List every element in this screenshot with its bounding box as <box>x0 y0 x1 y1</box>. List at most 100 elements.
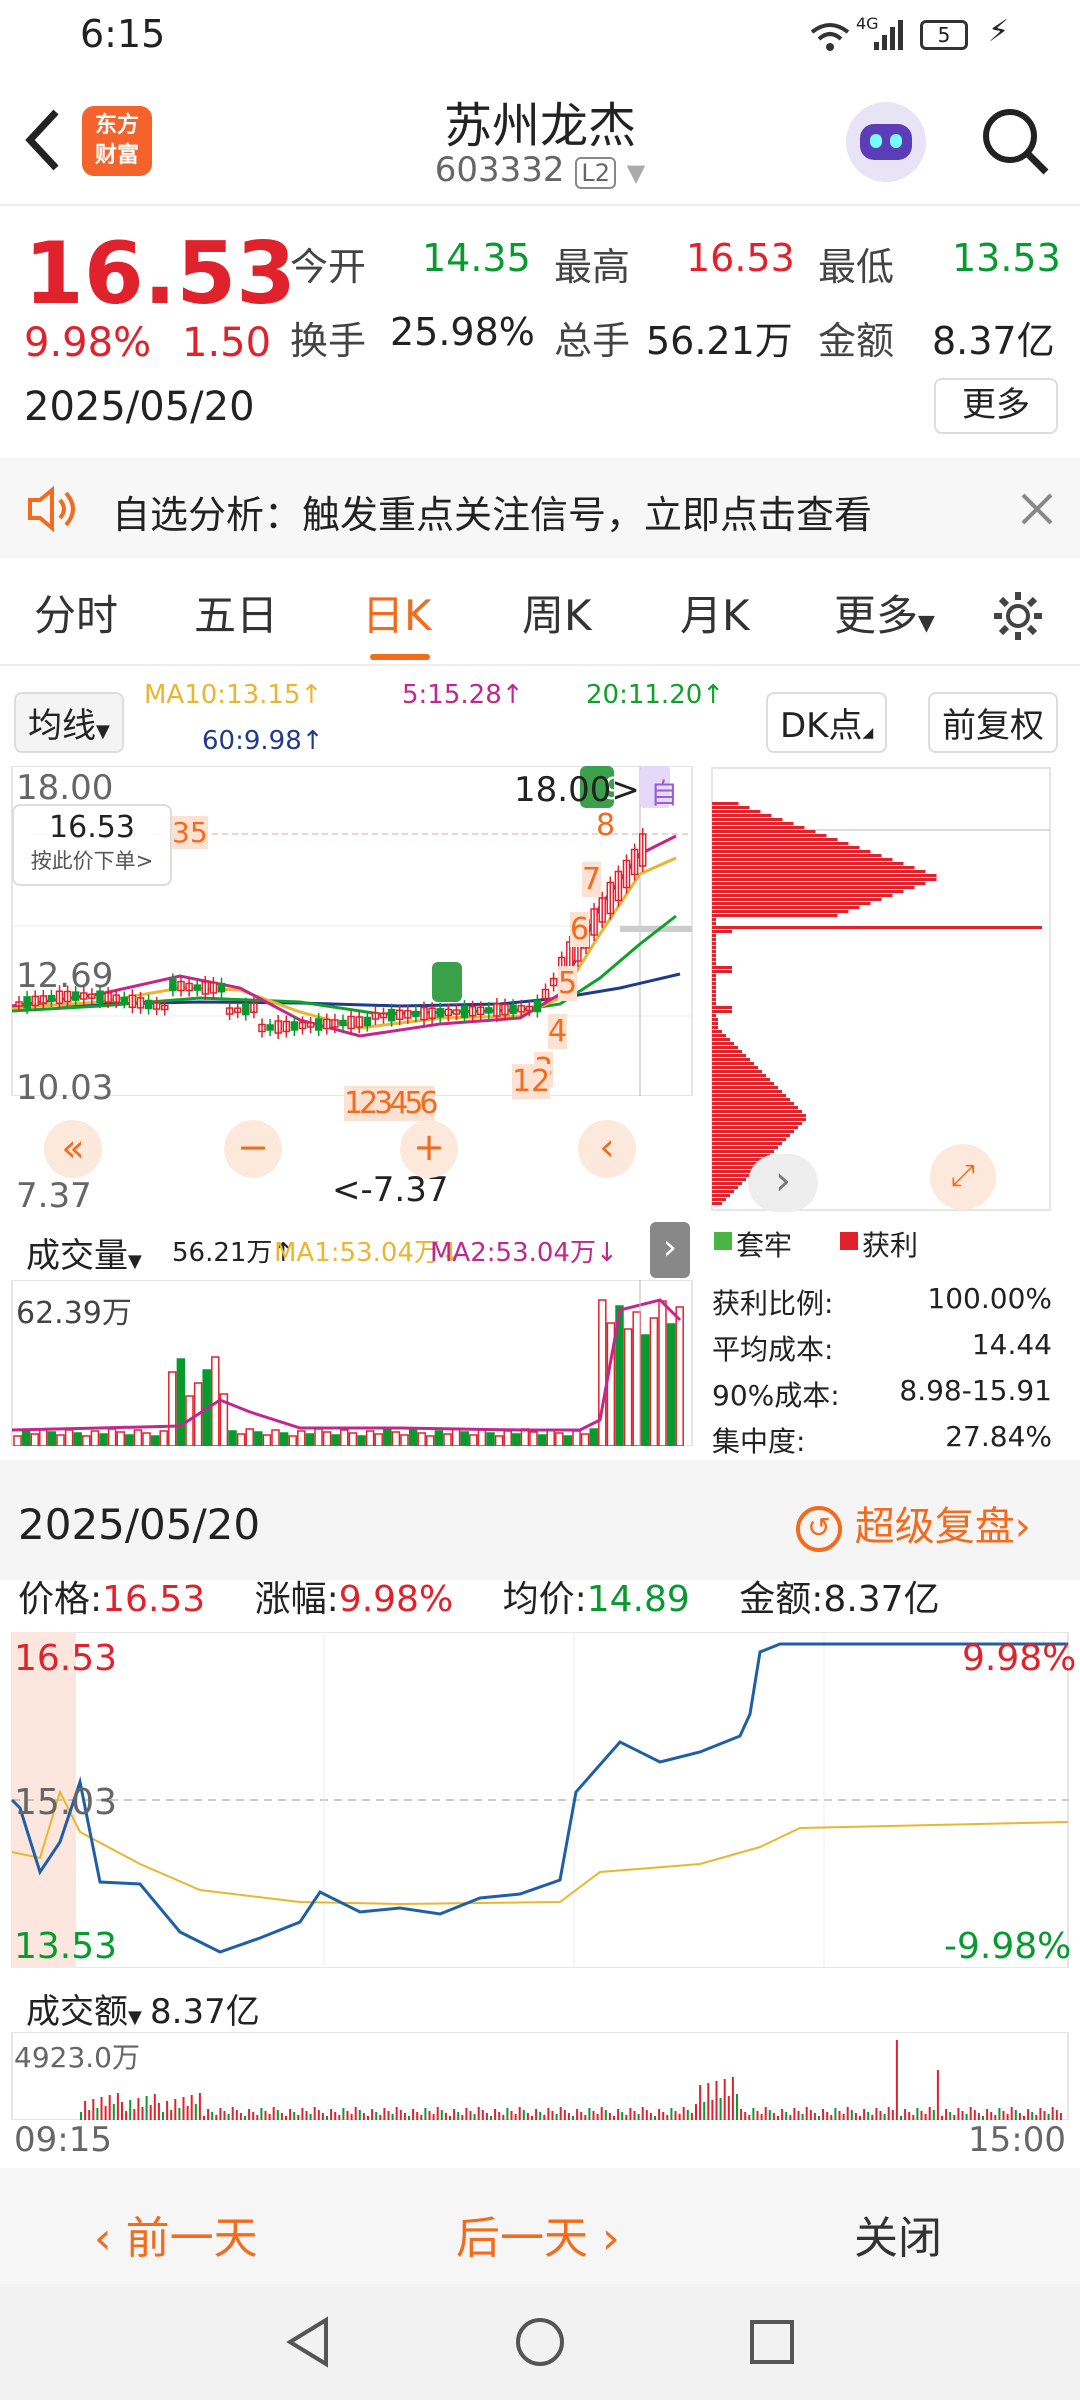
tab-daily-k[interactable]: 日K <box>362 582 432 643</box>
chip-bar <box>712 1170 754 1173</box>
high-value: 16.53 <box>686 236 795 280</box>
amount-bar <box>412 2109 415 2120</box>
volume-bar <box>383 1428 392 1446</box>
chip-bar <box>712 898 882 901</box>
amount-bar <box>137 2098 140 2120</box>
volume-bar <box>434 1430 444 1446</box>
more-button[interactable]: 更多 <box>934 378 1058 434</box>
daily-replay-popup: 2025/05/20 ↺ 超级复盘› 价格:16.53 涨幅:9.98% 均价:… <box>0 1460 1080 2168</box>
expand-icon[interactable]: ⤢ <box>930 1144 996 1210</box>
settings-gear-icon[interactable] <box>990 588 1046 644</box>
amount-bar <box>280 2113 283 2120</box>
next-day-button[interactable]: 后一天 › <box>456 2202 620 2266</box>
amount-bar <box>731 2077 734 2120</box>
amount-bar <box>588 2108 591 2120</box>
amount-bar <box>223 2111 226 2120</box>
super-replay-label: 超级复盘 <box>854 1504 1015 1550</box>
amount-bar <box>859 2116 861 2120</box>
amount-bar <box>969 2107 972 2120</box>
amount-bar <box>719 2098 722 2120</box>
volume-bar <box>125 1434 134 1446</box>
nav-home-icon[interactable] <box>512 2314 568 2370</box>
nav-recents-icon[interactable] <box>744 2314 800 2370</box>
volume-bar <box>632 1311 641 1446</box>
amount-bar <box>785 2112 788 2120</box>
ma-selector[interactable]: 均线▼ <box>14 692 124 753</box>
zoom-out-button[interactable]: − <box>224 1120 282 1178</box>
volume-selector[interactable]: 成交量▼ <box>14 1224 154 1281</box>
ai-assistant-avatar[interactable] <box>846 102 926 182</box>
search-icon[interactable] <box>978 104 1050 176</box>
amount-bar <box>945 2109 948 2120</box>
chip-stat-label: 90%成本: <box>712 1379 840 1412</box>
chip-bar <box>712 954 716 957</box>
back-icon[interactable] <box>22 108 62 172</box>
dk-corner-icon: ◢ <box>862 725 874 741</box>
chip-bar <box>712 1082 774 1085</box>
amount-selector[interactable]: 成交额▼ <box>14 1980 154 2037</box>
amount-bar <box>883 2114 886 2120</box>
amount-bar <box>711 2100 714 2120</box>
amount-bar <box>1014 2110 1017 2120</box>
volume-selector-label: 成交量 <box>26 1236 128 1276</box>
panel-toggle-button[interactable]: › <box>650 1222 690 1278</box>
tab-monthly-k[interactable]: 月K <box>680 582 750 643</box>
tab-more[interactable]: 更多▼ <box>834 582 935 643</box>
amount-bar <box>485 2113 488 2120</box>
intraday-amount-chart[interactable] <box>0 2032 1080 2120</box>
chip-bar <box>712 870 926 873</box>
amount-bar <box>293 2112 296 2120</box>
chip-next-button[interactable]: › <box>748 1154 818 1212</box>
chip-bar <box>712 930 732 933</box>
volume-bar <box>537 1434 547 1446</box>
analysis-notice[interactable]: 自选分析：触发重点关注信号，立即点击查看 <box>0 458 1080 558</box>
amount-bar <box>399 2110 402 2120</box>
ma-dropdown-icon: ▼ <box>96 721 110 742</box>
tooltip-action: 按此价下单> <box>30 849 154 873</box>
chip-bar <box>712 1070 762 1073</box>
amount-bar <box>239 2113 242 2120</box>
super-replay-link[interactable]: ↺ 超级复盘› <box>796 1494 1031 1552</box>
turnover-value: 25.98% <box>390 310 535 354</box>
adjust-button[interactable]: 前复权 <box>928 692 1058 753</box>
signal-num-7: 7 <box>582 862 602 897</box>
amount-bar <box>1055 2110 1058 2120</box>
tab-intraday[interactable]: 分时 <box>34 582 118 643</box>
scroll-left-button[interactable]: ‹ <box>578 1120 636 1178</box>
system-nav-bar <box>0 2284 1080 2400</box>
amount-bar <box>686 2110 689 2120</box>
order-at-price-tooltip[interactable]: 16.53 按此价下单> <box>12 804 172 886</box>
tab-weekly-k[interactable]: 周K <box>522 582 592 643</box>
amount-total: 8.37亿 <box>150 1992 260 2032</box>
chip-stat-value: 27.84% <box>945 1420 1052 1453</box>
volume-bar <box>176 1358 186 1446</box>
eastmoney-logo[interactable]: 东方 财富 <box>82 106 152 176</box>
amount-bar <box>162 2112 164 2120</box>
signal-num-6: 6 <box>570 912 590 947</box>
stock-code-row[interactable]: 603332 L2 ▼ <box>340 150 740 190</box>
scroll-left-fast-button[interactable]: « <box>44 1120 102 1178</box>
intraday-chart[interactable] <box>0 1632 1080 1968</box>
chip-bar <box>712 1010 732 1013</box>
chip-bar <box>712 978 716 981</box>
volume-bar <box>546 1429 555 1446</box>
high-marker: 18.00> <box>514 770 640 810</box>
prev-day-button[interactable]: ‹ 前一天 <box>94 2202 258 2266</box>
replay-price-label: 价格: <box>18 1579 103 1620</box>
speaker-icon <box>28 485 75 533</box>
amount-bar <box>670 2108 673 2120</box>
close-replay-button[interactable]: 关闭 <box>854 2202 942 2266</box>
chip-bar <box>712 966 732 969</box>
amount-bar <box>805 2107 808 2120</box>
chip-distribution-chart[interactable] <box>710 766 1052 1212</box>
amount-bar <box>342 2108 345 2120</box>
volume-bar <box>520 1428 530 1446</box>
volume-bar <box>13 1435 22 1446</box>
tab-five-day[interactable]: 五日 <box>194 582 278 643</box>
close-icon[interactable] <box>1020 492 1054 526</box>
nav-back-icon[interactable] <box>280 2314 336 2370</box>
amount-bar <box>227 2114 230 2120</box>
zoom-in-button[interactable]: + <box>400 1120 458 1178</box>
dk-point-button[interactable]: DK点◢ <box>766 692 888 753</box>
chip-bar <box>712 822 794 825</box>
